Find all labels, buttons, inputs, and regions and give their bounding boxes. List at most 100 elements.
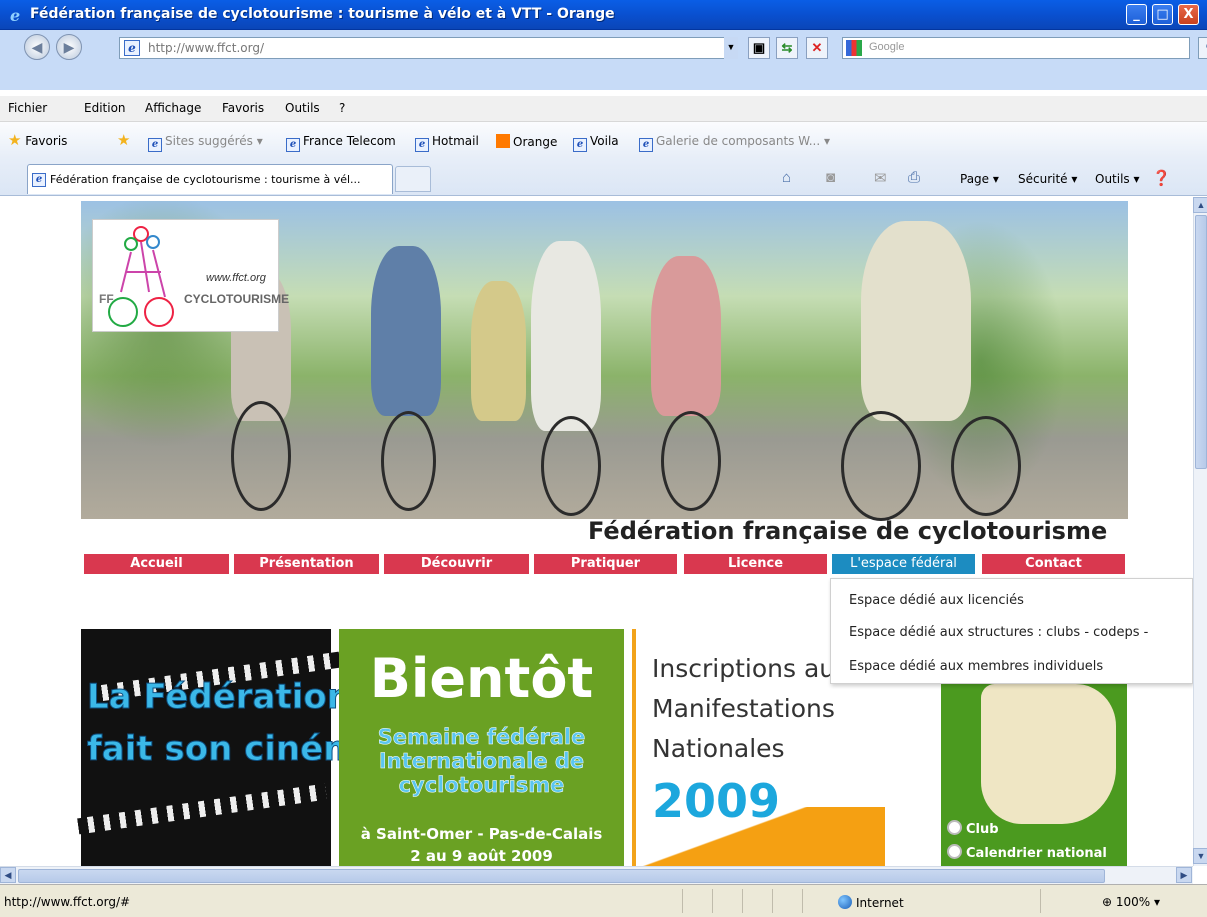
star-icon: ★ (8, 131, 22, 149)
promo-semaine-line1: Semaine fédérale (377, 725, 586, 750)
promo-cinema-line2: fait son cinéma (87, 729, 383, 770)
menu-affichage[interactable]: Affichage (145, 101, 201, 115)
nav-decouvrir[interactable]: Découvrir (384, 554, 529, 574)
horizontal-scrollbar[interactable]: ◀ ▶ (0, 866, 1193, 884)
dropdown-item-licencies[interactable]: Espace dédié aux licenciés (849, 593, 1024, 608)
fav-label: Hotmail (432, 134, 479, 148)
back-button[interactable]: ◀ (24, 34, 50, 60)
france-map[interactable]: Club Calendrier national (941, 684, 1127, 866)
security-zone[interactable]: Internet (838, 895, 904, 910)
home-icon[interactable]: ⌂ (782, 169, 791, 186)
fav-label: Galerie de composants W... ▾ (656, 134, 830, 148)
map-shape (981, 684, 1116, 824)
feeds-icon[interactable]: ◙ (826, 169, 835, 186)
promo-semaine[interactable]: Bientôt Semaine fédérale Internationale … (339, 629, 624, 866)
ie-icon: e (32, 173, 46, 187)
favorites-button[interactable]: ★ Favoris (8, 131, 67, 149)
scroll-right-icon[interactable]: ▶ (1176, 867, 1192, 883)
filmstrip (77, 783, 327, 835)
fav-orange[interactable]: Orange (496, 134, 557, 149)
logo-ff: FF (99, 292, 114, 306)
fav-voila[interactable]: e Voila (573, 134, 619, 152)
nav-pratiquer[interactable]: Pratiquer (534, 554, 677, 574)
add-favorite-icon[interactable]: ★ (117, 131, 130, 149)
scroll-down-icon[interactable]: ▼ (1193, 848, 1207, 864)
close-button[interactable]: X (1178, 4, 1199, 25)
logo-name: CYCLOTOURISME (184, 292, 290, 306)
promo-cinema-line1: La Fédération (87, 677, 352, 718)
address-bar[interactable]: e http://www.ffct.org/ (119, 37, 735, 59)
fav-label: France Telecom (303, 134, 396, 148)
menu-edition[interactable]: Edition (84, 101, 126, 115)
new-tab-button[interactable] (395, 166, 431, 192)
fav-hotmail[interactable]: e Hotmail (415, 134, 479, 152)
fav-label: Sites suggérés ▾ (165, 134, 263, 148)
fav-label: Voila (590, 134, 619, 148)
promo-semaine-place: à Saint-Omer - Pas-de-Calais (360, 825, 603, 843)
refresh-icon[interactable]: ⇆ (776, 37, 798, 59)
promo-inscriptions-year: 2009 (652, 774, 781, 828)
help-icon[interactable]: ❓ (1152, 169, 1171, 187)
nav-contact[interactable]: Contact (982, 554, 1125, 574)
ie-icon: e (10, 6, 21, 25)
fav-sites-suggeres[interactable]: e Sites suggérés ▾ (148, 134, 263, 152)
favorites-bar: ★ Favoris ★ e Sites suggérés ▾ e France Te… (0, 122, 1207, 158)
vertical-scroll-thumb[interactable] (1195, 215, 1207, 469)
dropdown-item-structures[interactable]: Espace dédié aux structures : clubs - co… (849, 625, 1148, 640)
search-box[interactable]: Google ⚲ (842, 37, 1207, 59)
ie-icon: e (415, 138, 429, 152)
tools-menu[interactable]: Outils ▾ (1095, 172, 1140, 186)
vertical-scrollbar[interactable]: ▲ ▼ (1193, 197, 1207, 866)
promo-semaine-big: Bientôt (369, 647, 594, 710)
page-menu[interactable]: Page ▾ (960, 172, 999, 186)
ie-icon: e (286, 138, 300, 152)
ie-icon: e (148, 138, 162, 152)
page-viewport: www.ffct.org FF CYCLOTOURISME Fédération… (0, 197, 1193, 866)
menu-fichier[interactable]: Fichier (8, 101, 47, 115)
address-toolbar: ◀ ▶ e http://www.ffct.org/ ▼ ▣ ⇆ ✕ Googl… (0, 30, 1207, 90)
address-dropdown-icon[interactable]: ▼ (724, 37, 738, 59)
search-icon[interactable]: ⚲ (1198, 37, 1207, 59)
minimize-button[interactable]: _ (1126, 4, 1147, 25)
nav-espace-federal[interactable]: L'espace fédéral (832, 554, 975, 574)
promo-inscriptions-line1: Inscriptions aux (652, 654, 850, 683)
espace-federal-dropdown: Espace dédié aux licenciés Espace dédié … (830, 578, 1193, 684)
promo-inscriptions[interactable]: Inscriptions aux Manifestations National… (652, 649, 850, 769)
logo-url: www.ffct.org (206, 272, 266, 284)
menu-help[interactable]: ? (339, 101, 345, 115)
stop-icon[interactable]: ✕ (806, 37, 828, 59)
promo-inscriptions-line3: Nationales (652, 734, 785, 763)
mail-icon[interactable]: ✉ (874, 169, 887, 187)
zone-label: Internet (856, 896, 904, 910)
site-nav: Accueil Présentation Découvrir Pratiquer… (0, 554, 1193, 574)
fav-france-telecom[interactable]: e France Telecom (286, 134, 396, 152)
ffct-logo[interactable]: www.ffct.org FF CYCLOTOURISME (92, 219, 289, 332)
tab-active[interactable]: e Fédération française de cyclotourisme … (27, 164, 393, 194)
promo-inscriptions-line2: Manifestations (652, 694, 835, 723)
menu-favoris[interactable]: Favoris (222, 101, 264, 115)
promo-semaine-dates: 2 au 9 août 2009 (410, 847, 553, 865)
promo-cinema[interactable]: La Fédération fait son cinéma (77, 629, 382, 866)
nav-presentation[interactable]: Présentation (234, 554, 379, 574)
zoom-level[interactable]: ⊕ 100% ▾ (1102, 895, 1160, 909)
menu-outils[interactable]: Outils (285, 101, 320, 115)
ie-icon: e (639, 138, 653, 152)
status-bar: http://www.ffct.org/# Internet ⊕ 100% ▾ (0, 884, 1207, 917)
scroll-left-icon[interactable]: ◀ (0, 867, 16, 883)
logo-graphic (108, 226, 174, 327)
maximize-button[interactable]: □ (1152, 4, 1173, 25)
scroll-up-icon[interactable]: ▲ (1193, 197, 1207, 213)
address-url: http://www.ffct.org/ (148, 41, 265, 55)
security-menu[interactable]: Sécurité ▾ (1018, 172, 1077, 186)
horizontal-scroll-thumb[interactable] (18, 869, 1105, 883)
menu-bar: Fichier Edition Affichage Favoris Outils… (0, 96, 1207, 122)
dropdown-item-membres[interactable]: Espace dédié aux membres individuels (849, 659, 1103, 674)
fav-galerie[interactable]: e Galerie de composants W... ▾ (639, 134, 830, 152)
forward-button[interactable]: ▶ (56, 34, 82, 60)
nav-accueil[interactable]: Accueil (84, 554, 229, 574)
compatibility-icon[interactable]: ▣ (748, 37, 770, 59)
map-link-calendrier[interactable]: Calendrier national (947, 844, 1107, 861)
map-link-club[interactable]: Club (947, 820, 999, 837)
nav-licence[interactable]: Licence (684, 554, 827, 574)
print-icon[interactable]: ⎙ (908, 169, 920, 186)
